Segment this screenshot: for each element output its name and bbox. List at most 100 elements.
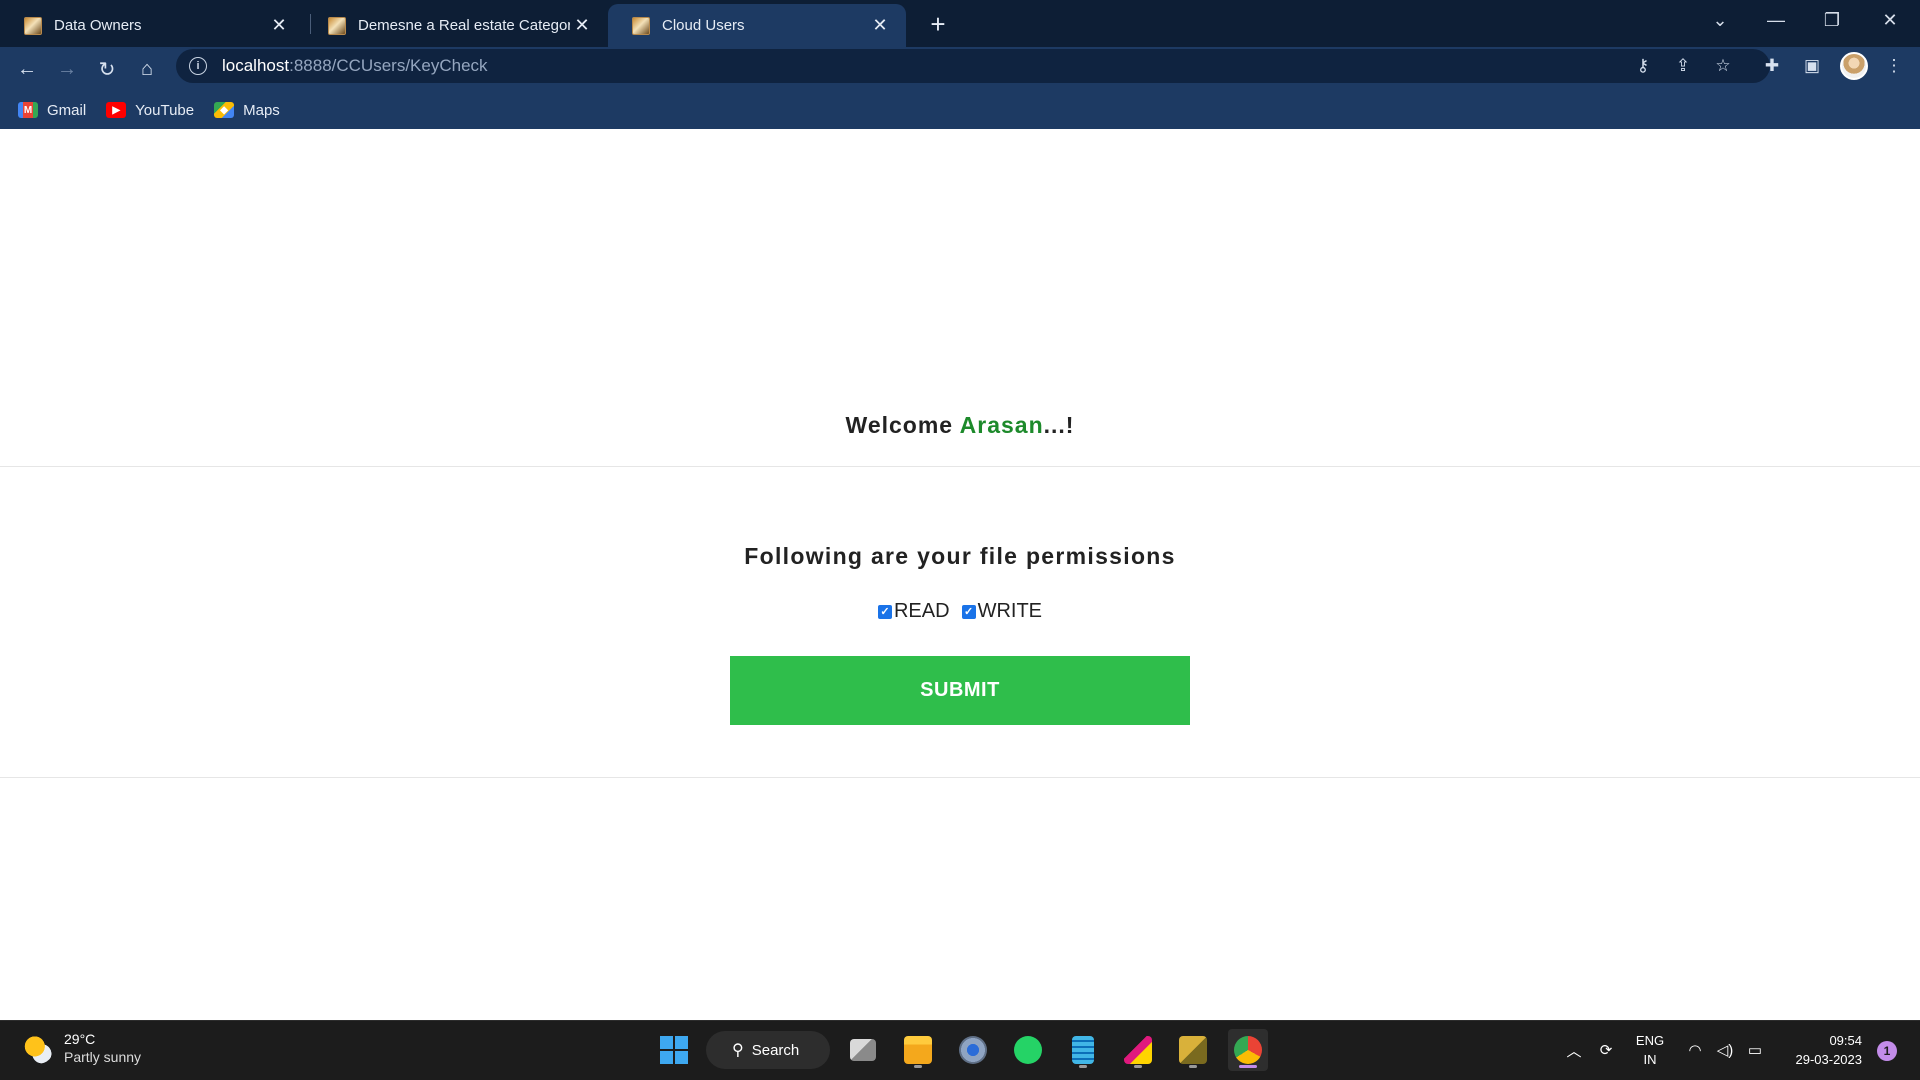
running-indicator	[1079, 1065, 1087, 1068]
volume-icon[interactable]: ◁)	[1712, 1029, 1738, 1071]
close-window-icon[interactable]: ✕	[1862, 0, 1918, 40]
notification-badge[interactable]: 1	[1877, 1041, 1897, 1061]
tab-search-chevron-icon[interactable]: ⌄	[1692, 0, 1748, 40]
clock-time: 09:54	[1829, 1033, 1862, 1048]
divider-top	[0, 466, 1920, 467]
bookmark-maps[interactable]: ◆ Maps	[214, 102, 280, 119]
bookmark-youtube[interactable]: ▶ YouTube	[106, 102, 194, 119]
site-favicon-icon	[328, 16, 346, 35]
notepad-icon	[1072, 1036, 1094, 1064]
site-favicon-icon	[24, 16, 42, 35]
youtube-icon: ▶	[106, 102, 127, 118]
taskbar-chrome[interactable]	[1228, 1029, 1268, 1071]
forward-icon[interactable]: →	[49, 51, 85, 87]
weather-widget[interactable]: 29°C Partly sunny	[22, 1031, 141, 1065]
back-icon[interactable]: ←	[9, 51, 45, 87]
welcome-prefix: Welcome	[845, 412, 960, 438]
windows-logo-icon	[660, 1036, 688, 1064]
language-indicator[interactable]: ENG IN	[1632, 1031, 1668, 1069]
permissions-title: Following are your file permissions	[744, 543, 1176, 569]
bookmark-label: Gmail	[47, 101, 87, 119]
taskbar-db-tool[interactable]	[1173, 1029, 1213, 1071]
bookmark-label: YouTube	[135, 101, 195, 119]
permission-write[interactable]: ✓ WRITE	[961, 600, 1042, 623]
close-tab-icon[interactable]: ✕	[868, 14, 892, 38]
bookmark-gmail[interactable]: M Gmail	[18, 102, 86, 119]
taskbar-file-explorer[interactable]	[898, 1029, 938, 1071]
menu-kebab-icon[interactable]: ⋮	[1880, 52, 1908, 80]
extensions-icon[interactable]: ✚	[1758, 52, 1786, 80]
divider-bottom	[0, 777, 1920, 778]
bookmark-label: Maps	[243, 101, 280, 119]
write-checkbox[interactable]: ✓	[961, 604, 976, 619]
running-indicator	[1239, 1065, 1257, 1068]
tab-demesne[interactable]: Demesne a Real estate Category ✕	[304, 4, 608, 47]
file-explorer-icon	[904, 1036, 932, 1064]
system-clock[interactable]: 09:54 29-03-2023	[1770, 1031, 1863, 1069]
welcome-suffix: ...!	[1043, 412, 1075, 438]
whatsapp-icon	[1014, 1036, 1042, 1064]
bookmark-star-icon[interactable]: ☆	[1709, 52, 1737, 80]
permission-label: WRITE	[977, 600, 1042, 622]
tab-title: Cloud Users	[662, 17, 745, 34]
restore-icon[interactable]: ❐	[1804, 0, 1860, 40]
taskbar-settings[interactable]	[953, 1029, 993, 1071]
user-name: Arasan	[959, 412, 1044, 438]
tab-title: Data Owners	[54, 17, 142, 34]
partly-sunny-icon	[22, 1032, 54, 1064]
show-hidden-icons-chevron-icon[interactable]: ︿	[1562, 1029, 1586, 1071]
permission-label: READ	[893, 600, 950, 622]
language-code: ENG	[1635, 1033, 1665, 1048]
close-tab-icon[interactable]: ✕	[267, 14, 291, 38]
tab-data-owners[interactable]: Data Owners ✕	[0, 4, 305, 47]
side-panel-icon[interactable]: ▣	[1798, 52, 1826, 80]
minimize-icon[interactable]: —	[1748, 0, 1804, 40]
taskbar-task-view[interactable]	[843, 1029, 883, 1071]
url-path: :8888/CCUsers/KeyCheck	[289, 56, 488, 75]
weather-desc: Partly sunny	[64, 1049, 142, 1065]
clock-date: 29-03-2023	[1795, 1052, 1863, 1067]
new-tab-icon[interactable]: +	[922, 8, 954, 40]
address-bar[interactable]: i localhost:8888/CCUsers/KeyCheck	[176, 49, 1770, 83]
running-indicator	[914, 1065, 922, 1068]
profile-avatar[interactable]	[1840, 52, 1868, 80]
taskbar-whatsapp[interactable]	[1008, 1029, 1048, 1071]
taskbar-paint[interactable]	[1118, 1029, 1158, 1071]
tab-strip: Data Owners ✕ Demesne a Real estate Cate…	[0, 0, 1920, 47]
reload-icon[interactable]: ↻	[89, 51, 125, 87]
page-content: Welcome Arasan...! Following are your fi…	[0, 129, 1920, 1020]
db-tool-icon	[1179, 1036, 1207, 1064]
maps-icon: ◆	[214, 102, 235, 118]
chrome-icon	[1234, 1036, 1262, 1064]
password-key-icon[interactable]: ⚷	[1629, 52, 1657, 80]
submit-button[interactable]: SUBMIT	[730, 656, 1190, 725]
search-label: Search	[751, 1041, 800, 1059]
paint-icon	[1124, 1036, 1152, 1064]
read-checkbox[interactable]: ✓	[877, 604, 892, 619]
tab-title: Demesne a Real estate Category	[358, 17, 570, 34]
start-button[interactable]	[654, 1029, 694, 1071]
home-icon[interactable]: ⌂	[129, 51, 165, 87]
permission-read[interactable]: ✓ READ	[877, 600, 950, 623]
taskbar-search[interactable]: ⚲ Search	[706, 1031, 830, 1069]
sync-status-icon[interactable]: ⟳	[1592, 1029, 1620, 1071]
battery-icon[interactable]: ▭	[1742, 1029, 1768, 1071]
task-view-icon	[850, 1039, 876, 1061]
site-info-icon[interactable]: i	[189, 57, 207, 75]
bookmarks-bar: M Gmail ▶ YouTube ◆ Maps	[0, 92, 1920, 128]
settings-icon	[959, 1036, 987, 1064]
close-tab-icon[interactable]: ✕	[570, 14, 594, 38]
url-host: localhost	[222, 56, 290, 75]
taskbar-notepad[interactable]	[1063, 1029, 1103, 1071]
welcome-heading: Welcome Arasan...!	[0, 412, 1920, 439]
share-icon[interactable]: ⇪	[1669, 52, 1697, 80]
site-favicon-icon	[632, 16, 650, 35]
search-icon: ⚲	[732, 1042, 744, 1059]
gmail-icon: M	[18, 102, 38, 118]
running-indicator	[1189, 1065, 1197, 1068]
region-code: IN	[1643, 1052, 1657, 1067]
permissions-list: ✓ READ ✓ WRITE	[0, 600, 1920, 623]
weather-temp: 29°C	[64, 1031, 96, 1047]
tab-cloud-users[interactable]: Cloud Users ✕	[608, 4, 906, 47]
wifi-icon[interactable]: ◠	[1682, 1029, 1708, 1071]
